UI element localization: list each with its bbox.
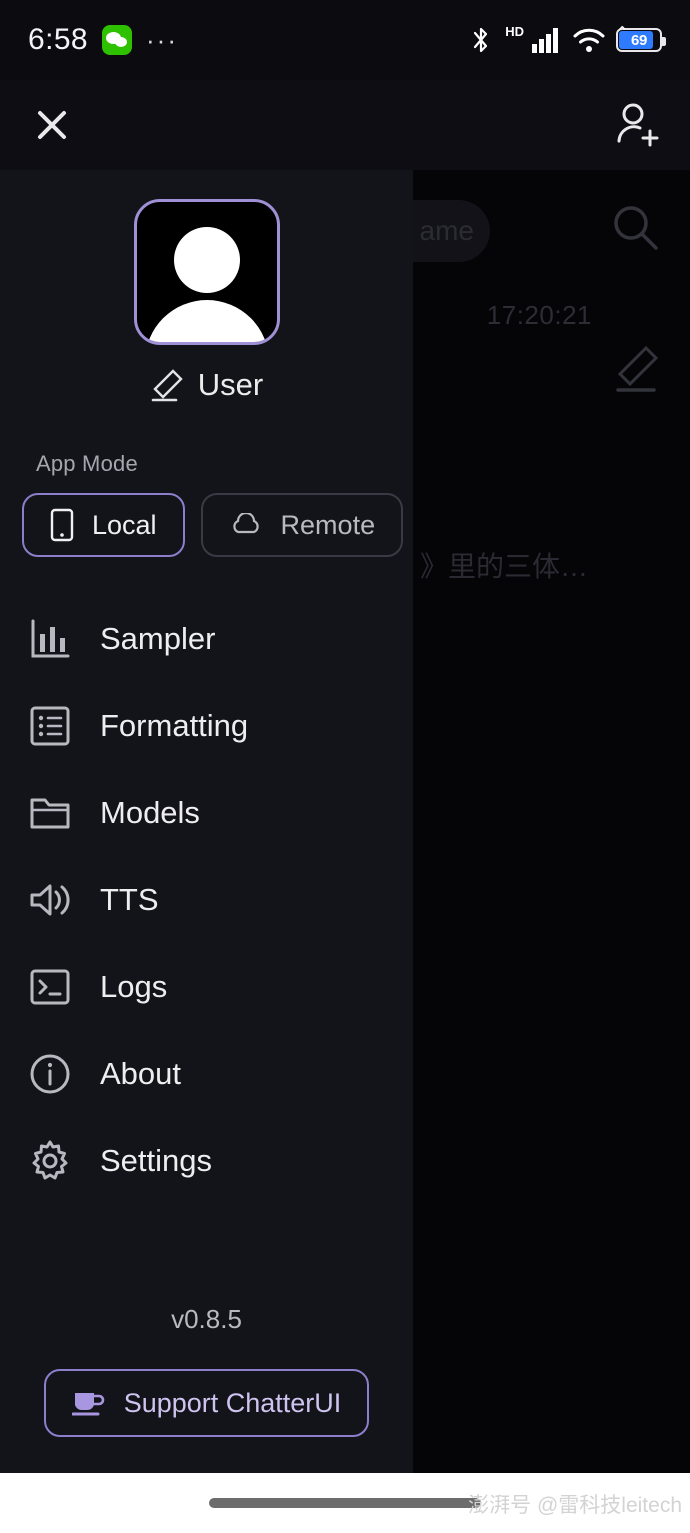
app-mode-toggle-group: Local Remote [22,493,413,557]
terminal-icon [27,964,73,1010]
menu-item-sampler-label: Sampler [100,620,216,656]
menu-item-tts[interactable]: TTS [0,856,413,943]
support-chatterui-label: Support ChatterUI [123,1387,342,1418]
wechat-icon [102,25,132,55]
network-type-label: HD [505,23,524,39]
menu-item-models[interactable]: Models [0,769,413,856]
cloud-icon [229,513,263,537]
add-user-icon[interactable] [612,101,660,149]
status-bar-left: 6:58 ··· [28,23,178,57]
charging-bolt-icon: ⌃ [616,24,629,41]
battery-level: 69 [630,31,648,49]
info-circle-icon [27,1051,73,1097]
bar-chart-icon [27,616,73,662]
app-mode-option-local[interactable]: Local [22,493,185,557]
menu-item-tts-label: TTS [100,881,159,917]
user-avatar-icon[interactable] [133,199,280,345]
app-mode-option-remote[interactable]: Remote [200,493,404,557]
user-name-label: User [197,367,264,402]
support-chatterui-button[interactable]: Support ChatterUI [44,1369,369,1437]
app-mode-option-remote-label: Remote [280,509,376,540]
drawer-menu: Sampler Formatting Models TTS Logs About… [0,595,413,1204]
home-indicator[interactable] [209,1498,481,1508]
speaker-icon [27,877,73,923]
menu-item-formatting[interactable]: Formatting [0,682,413,769]
user-name-row[interactable]: User [0,367,413,403]
menu-item-about-label: About [100,1055,182,1091]
list-icon [27,703,73,749]
watermark-label: 澎湃号 @雷科技leitech [468,1494,682,1517]
status-time: 6:58 [28,23,88,56]
app-version-label: v0.8.5 [171,1304,242,1334]
system-nav-bar: 澎湃号 @雷科技leitech [0,1473,690,1533]
close-icon[interactable] [30,103,74,147]
status-bar-right: HD ⌃ 69 [471,23,666,55]
search-icon [608,200,664,256]
battery-icon: ⌃ 69 [616,24,666,52]
menu-item-settings-label: Settings [100,1142,213,1178]
menu-item-settings[interactable]: Settings [0,1117,413,1204]
navigation-drawer: User App Mode Local Remote Sampler Forma… [0,170,413,1473]
app-mode-option-local-label: Local [92,509,157,540]
wifi-icon [573,27,605,53]
cellular-signal-icon [532,27,562,53]
menu-item-formatting-label: Formatting [100,707,249,743]
avatar-container[interactable] [0,199,413,345]
top-app-bar [0,80,690,170]
phone-screen: 6:58 ··· HD ⌃ 69 ame 17:20:21 》里的三体… Use… [0,0,690,1533]
coffee-cup-icon [71,1389,106,1417]
edit-pencil-icon [150,368,184,402]
menu-item-logs[interactable]: Logs [0,943,413,1030]
background-chat-preview: 》里的三体… [420,551,589,582]
menu-item-logs-label: Logs [100,968,168,1004]
bluetooth-icon [471,25,491,55]
phone-icon [50,508,74,542]
background-timestamp: 17:20:21 [486,300,592,330]
status-bar: 6:58 ··· HD ⌃ 69 [0,0,690,80]
overflow-dots-icon: ··· [146,25,178,55]
app-mode-label: App Mode [36,451,138,476]
background-search-text: ame [419,215,474,246]
gear-icon [27,1138,73,1184]
folder-icon [27,790,73,836]
menu-item-about[interactable]: About [0,1030,413,1117]
edit-pencil-icon [610,342,662,394]
menu-item-sampler[interactable]: Sampler [0,595,413,682]
menu-item-models-label: Models [100,794,200,830]
